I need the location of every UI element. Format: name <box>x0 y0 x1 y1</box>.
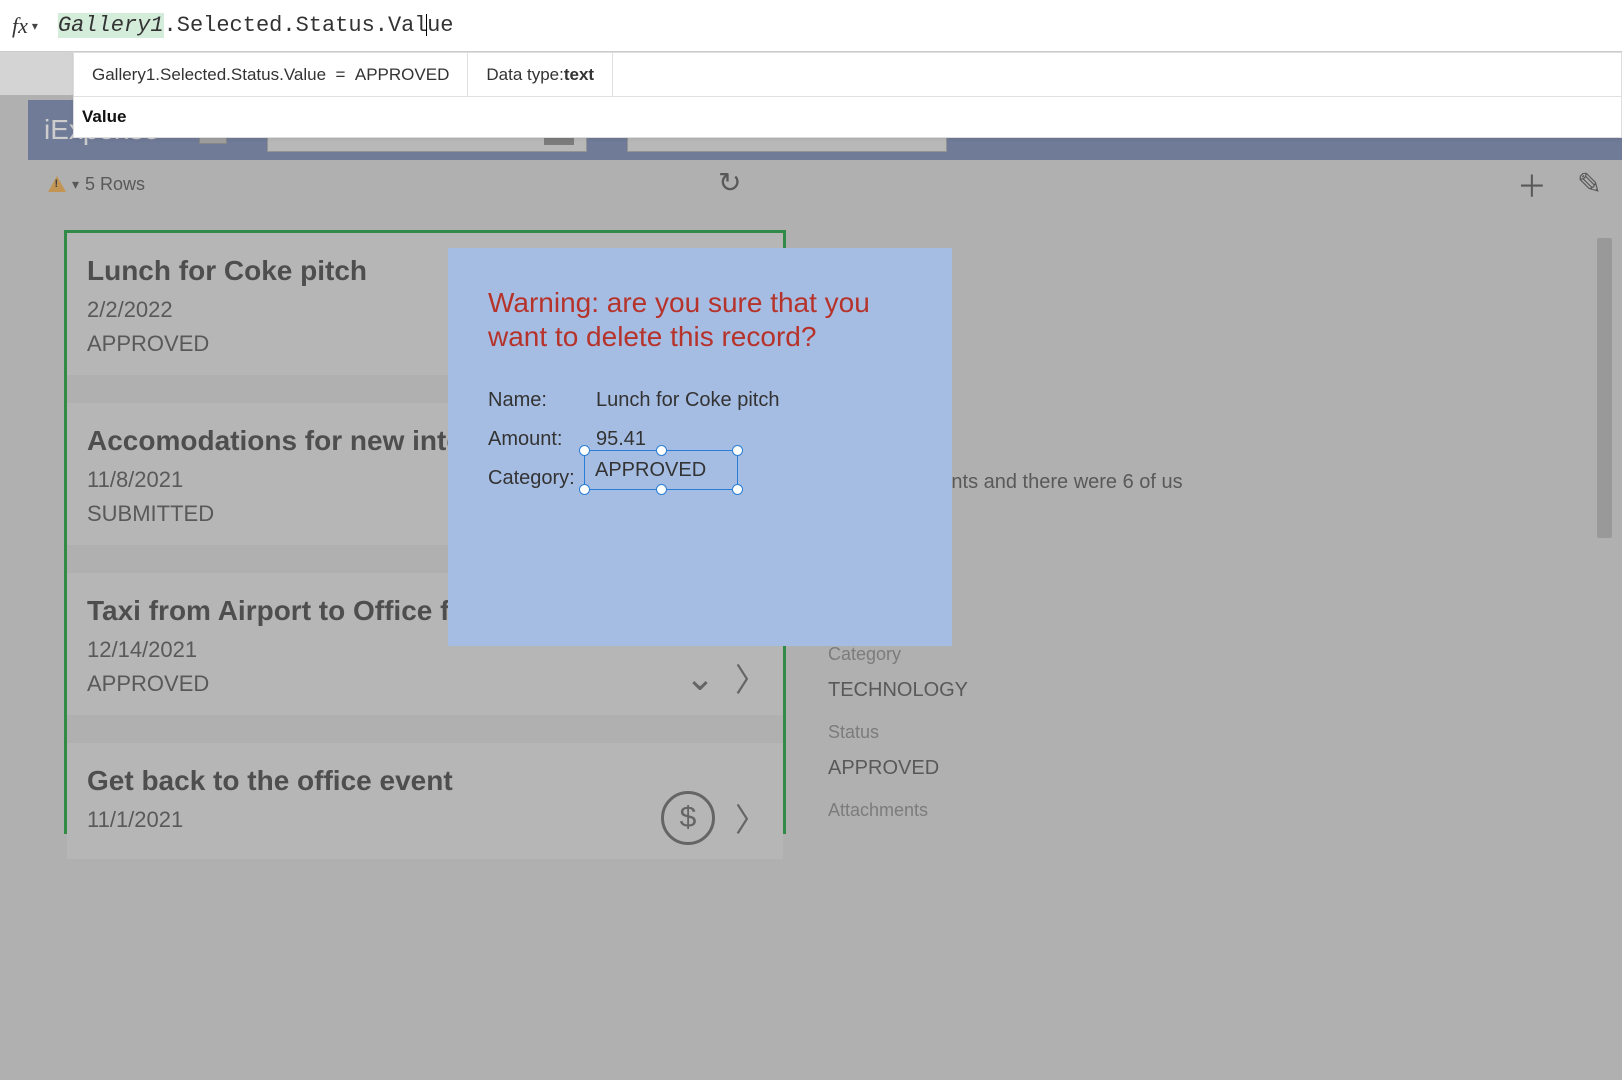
detail-category-label: Category <box>828 644 1328 665</box>
chevron-right-icon[interactable]: 〉 <box>735 655 767 701</box>
scrollbar-thumb[interactable] <box>1597 238 1612 538</box>
dialog-name-value: Lunch for Coke pitch <box>596 389 779 412</box>
refresh-icon[interactable]: ↻ <box>718 166 741 199</box>
dialog-amount-value: 95.41 <box>596 428 646 451</box>
dialog-warning-title: Warning: are you sure that you want to d… <box>488 286 912 353</box>
delete-confirm-dialog: Warning: are you sure that you want to d… <box>448 248 952 646</box>
chevron-down-icon[interactable]: ⌄ <box>685 657 715 699</box>
item-status: APPROVED <box>87 671 763 697</box>
formula-text-end: ue <box>427 13 453 38</box>
formula-eval: Gallery1.Selected.Status.Value = APPROVE… <box>74 53 468 96</box>
chevron-down-icon[interactable]: ▾ <box>72 176 79 193</box>
chevron-down-icon[interactable]: ▾ <box>32 19 38 33</box>
resize-handle[interactable] <box>579 484 590 495</box>
dialog-name-label: Name: <box>488 389 596 412</box>
detail-attachments-label: Attachments <box>828 800 1328 821</box>
chevron-right-icon[interactable]: 〉 <box>735 795 767 841</box>
resize-handle[interactable] <box>579 445 590 456</box>
formula-bar: fx ▾ Gallery1.Selected.Status.Value <box>0 0 1622 52</box>
formula-input[interactable]: Gallery1.Selected.Status.Value <box>58 13 454 38</box>
detail-category-value: TECHNOLOGY <box>828 679 1328 702</box>
formula-text-part: .Selected.Status.Val <box>164 13 428 38</box>
rows-count: ▾ 5 Rows <box>48 174 145 195</box>
fx-icon: fx <box>12 13 28 39</box>
formula-type: Data type: text <box>468 53 613 96</box>
formula-highlight: Gallery1 <box>58 13 164 38</box>
selected-label-control[interactable]: APPROVED <box>584 450 738 490</box>
selected-control-text: APPROVED <box>595 459 706 482</box>
add-icon[interactable]: ＋ <box>1517 162 1547 206</box>
resize-handle[interactable] <box>732 484 743 495</box>
resize-handle[interactable] <box>656 445 667 456</box>
detail-status-value: APPROVED <box>828 757 1328 780</box>
toolbar: ▾ 5 Rows ↻ ＋ ✎ <box>28 160 1622 208</box>
warning-icon[interactable] <box>48 176 66 192</box>
resize-handle[interactable] <box>656 484 667 495</box>
list-item[interactable]: Get back to the office event 11/1/2021 $… <box>67 743 783 859</box>
edit-icon[interactable]: ✎ <box>1577 167 1602 202</box>
formula-tooltip: Gallery1.Selected.Status.Value = APPROVE… <box>73 52 1622 138</box>
formula-suggestion[interactable]: Value <box>74 97 1621 137</box>
detail-status-label: Status <box>828 722 1328 743</box>
dollar-icon[interactable]: $ <box>661 791 715 845</box>
resize-handle[interactable] <box>732 445 743 456</box>
